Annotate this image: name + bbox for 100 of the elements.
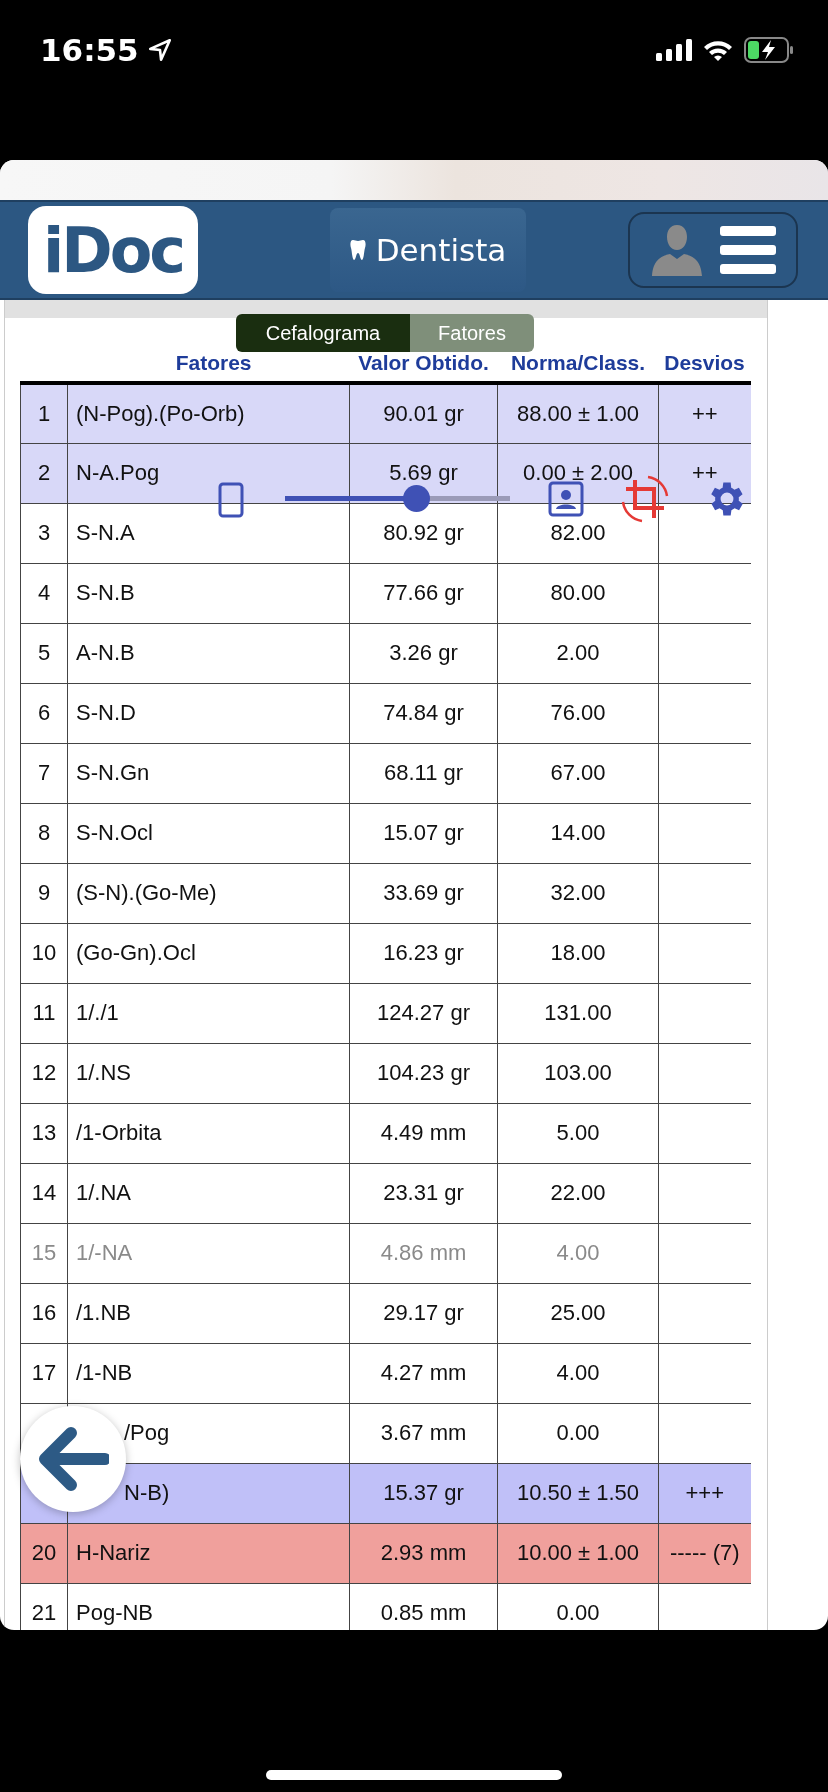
row-number: 12 <box>31 1060 57 1085</box>
wifi-icon <box>702 38 734 62</box>
table-cell: (N-Pog).(Po-Orb) <box>76 400 245 426</box>
dentista-button[interactable]: Dentista <box>330 208 526 292</box>
row-number: 17 <box>31 1360 57 1385</box>
table-cell: ++ <box>691 460 718 485</box>
table-cell: 4.00 <box>556 1360 600 1385</box>
table-cell: N-A.Pog <box>76 460 160 485</box>
table-cell: 4.86 mm <box>380 1240 467 1265</box>
table-cell: S-N.D <box>76 700 136 725</box>
table-cell: 1/-NA <box>76 1240 133 1265</box>
table-cell: 80.92 gr <box>383 520 464 545</box>
table-cell: /1.NB <box>76 1300 132 1325</box>
row-number: 15 <box>31 1240 57 1265</box>
table-cell: 90.01 gr <box>383 400 464 426</box>
column-header: Norma/Class. <box>510 351 646 374</box>
table-cell: 103.00 <box>544 1060 612 1085</box>
table-cell: 76.00 <box>550 700 606 725</box>
table-cell: 131.00 <box>544 1000 612 1025</box>
table-cell: /1-NB <box>76 1360 133 1385</box>
table-cell: 15.37 gr <box>383 1480 464 1505</box>
row-number: 14 <box>31 1180 57 1205</box>
table-cell: 77.66 gr <box>383 580 464 605</box>
table-cell: 124.27 gr <box>377 1000 470 1025</box>
column-header: Desvios <box>664 351 745 374</box>
table-cell: 2.00 <box>556 640 600 665</box>
location-arrow-icon <box>146 37 173 63</box>
user-menu-button[interactable] <box>628 212 798 288</box>
table-cell: A-N.B <box>76 640 135 665</box>
table-cell: 14.00 <box>550 820 606 845</box>
table-cell: 0.00 ± 2.00 <box>523 460 633 485</box>
table-cell: 25.00 <box>550 1300 606 1325</box>
table-cell: 74.84 gr <box>383 700 464 725</box>
table-cell: 32.00 <box>550 880 606 905</box>
table-cell: S-N.A <box>76 520 135 545</box>
row-number: 8 <box>37 820 51 845</box>
row-number: 4 <box>37 580 51 605</box>
table-cell: 3.26 gr <box>389 640 458 665</box>
table-cell: /Pog <box>124 1420 170 1445</box>
table-cell: 15.07 gr <box>383 820 464 845</box>
idoc-logo[interactable]: iDoc <box>28 206 198 294</box>
row-number: 20 <box>31 1540 57 1565</box>
table-cell: S-N.B <box>76 580 135 605</box>
row-number: 9 <box>37 880 51 905</box>
table-cell: 22.00 <box>550 1180 606 1205</box>
table-cell: N-B) <box>124 1480 170 1505</box>
row-number: 6 <box>37 700 51 725</box>
table-cell: 67.00 <box>550 760 606 785</box>
row-number: 16 <box>31 1300 57 1325</box>
table-cell: 3.67 mm <box>380 1420 467 1445</box>
table-cell: 80.00 <box>550 580 606 605</box>
table-cell: +++ <box>685 1480 725 1505</box>
battery-icon <box>744 37 794 63</box>
table-cell: S-N.Ocl <box>76 820 153 845</box>
table-cell: ++ <box>691 400 718 426</box>
column-header: Fatores <box>175 351 252 374</box>
table-cell: 0.00 <box>556 1420 600 1445</box>
table-cell: 1/.NS <box>76 1060 132 1085</box>
table-cell: H-Nariz <box>76 1540 151 1565</box>
row-number: 10 <box>31 940 57 965</box>
table-cell: 1/./1 <box>76 1000 119 1025</box>
row-number: 21 <box>31 1600 57 1625</box>
table-cell: 33.69 gr <box>383 880 464 905</box>
table-cell: 5.69 gr <box>389 460 458 485</box>
table-cell: Pog-NB <box>76 1600 154 1625</box>
table-cell: 29.17 gr <box>383 1300 464 1325</box>
row-number: 3 <box>37 520 51 545</box>
table-cell: 4.49 mm <box>380 1120 467 1145</box>
table-cell: 10.00 ± 1.00 <box>516 1540 640 1565</box>
column-header: Valor Obtido. <box>358 351 489 374</box>
table-cell: (S-N).(Go-Me) <box>76 880 217 905</box>
table-cell: 10.50 ± 1.50 <box>516 1480 640 1505</box>
row-number: 2 <box>37 460 51 485</box>
back-button[interactable] <box>20 1406 126 1512</box>
signal-icon <box>656 38 692 62</box>
table-cell: 5.00 <box>556 1120 600 1145</box>
row-number: 1 <box>37 400 51 426</box>
table-cell: 0.00 <box>556 1600 600 1625</box>
tooth-icon <box>349 239 366 261</box>
table-cell: 1/.NA <box>76 1180 132 1205</box>
back-arrow-icon <box>37 1427 109 1491</box>
table-cell: S-N.Gn <box>76 760 150 785</box>
table-cell: 18.00 <box>550 940 606 965</box>
row-number: 11 <box>32 1000 56 1025</box>
phone-outline-icon[interactable] <box>218 482 244 518</box>
user-silhouette-icon <box>650 223 704 277</box>
table-cell: 88.00 ± 1.00 <box>516 400 640 426</box>
view-tab[interactable]: Cefalograma <box>236 314 410 352</box>
table-cell: 68.11 gr <box>383 760 464 785</box>
table-cell: 2.93 mm <box>380 1540 467 1565</box>
table-cell: 4.00 <box>556 1240 600 1265</box>
table-cell: 0.85 mm <box>380 1600 467 1625</box>
table-cell: 16.23 gr <box>383 940 464 965</box>
table-cell: 82.00 <box>550 520 606 545</box>
table-cell: /1-Orbita <box>76 1120 162 1145</box>
row-number: 7 <box>37 760 51 785</box>
row-number: 5 <box>37 640 51 665</box>
table-cell: (Go-Gn).Ocl <box>76 940 196 965</box>
status-time: 16:55 <box>40 31 139 70</box>
portrait-icon[interactable] <box>548 481 584 517</box>
